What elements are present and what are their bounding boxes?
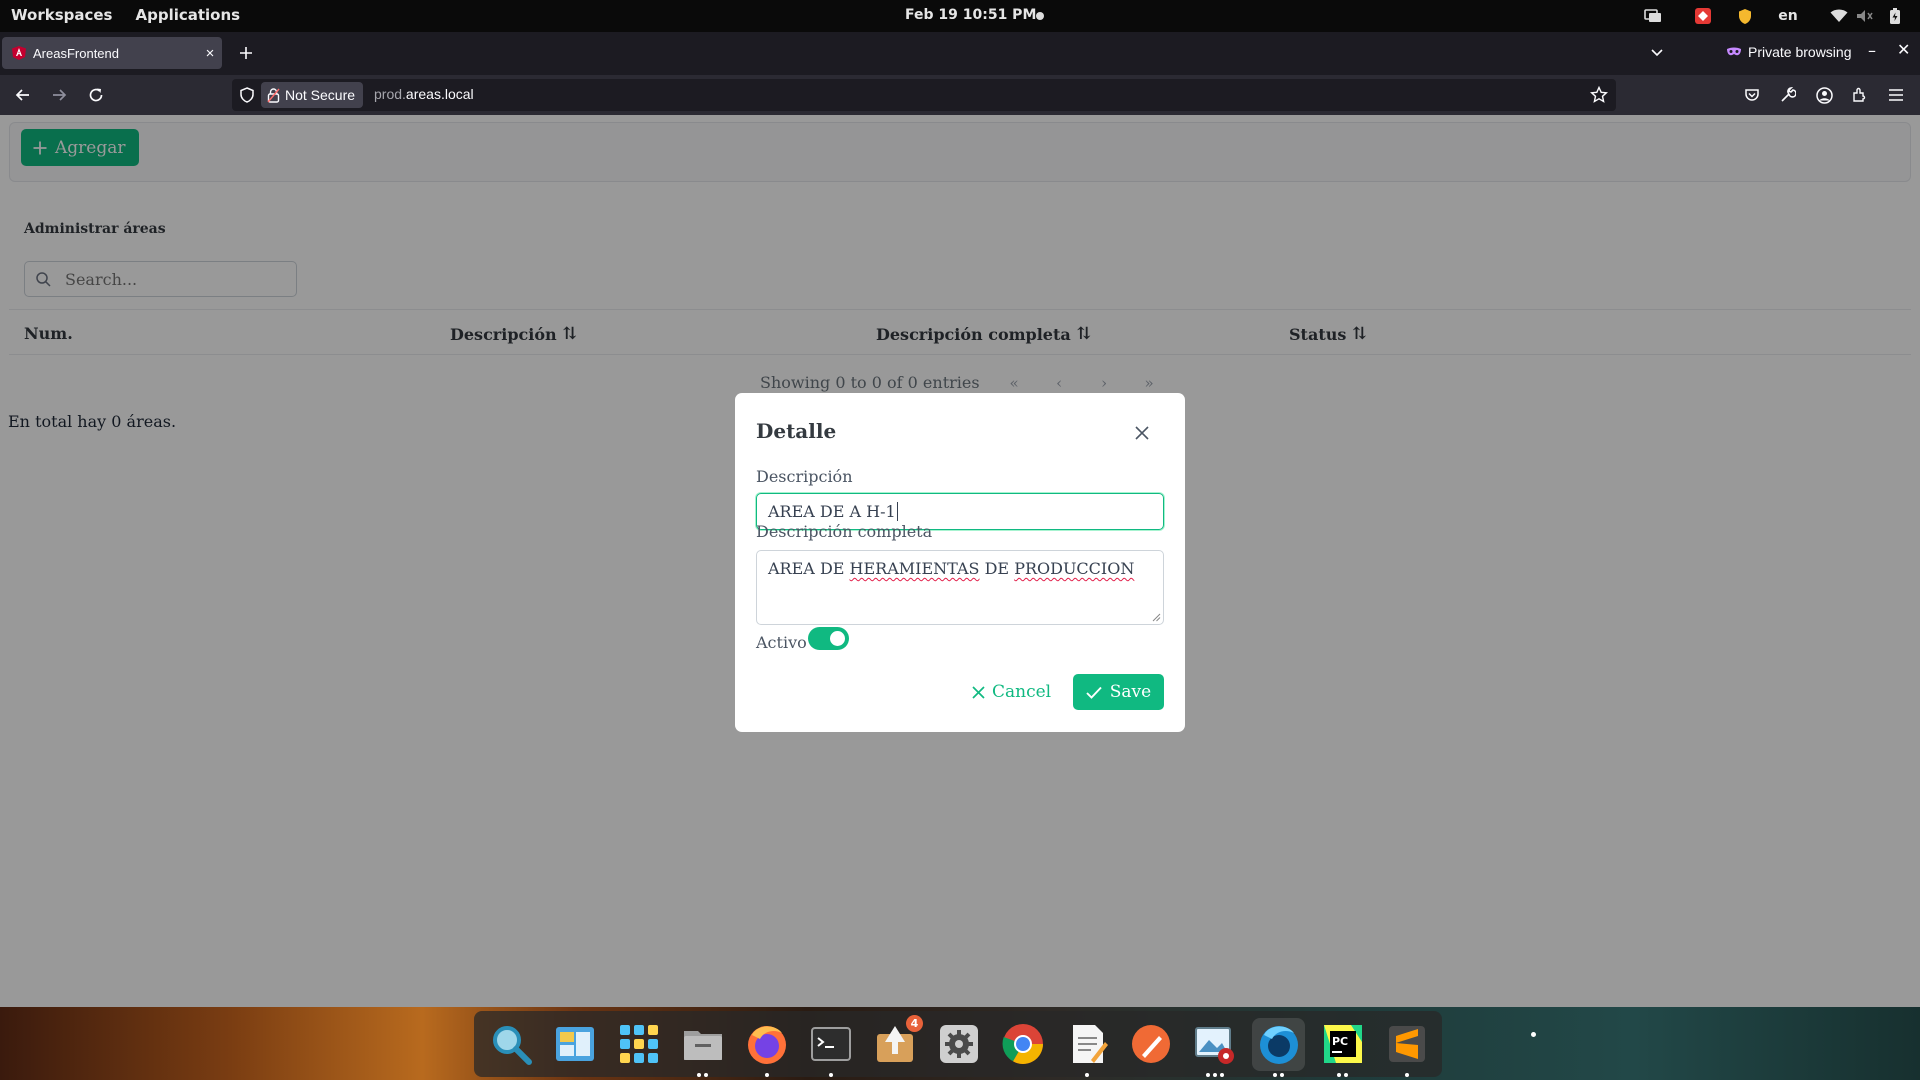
system-top-bar: Workspaces Applications Feb 19 10:51 PM … (0, 0, 1920, 32)
dock-app-settings[interactable] (932, 1018, 985, 1071)
descripcion-value: AREA DE A H-1 (768, 502, 896, 521)
wifi-icon[interactable] (1828, 7, 1850, 25)
descripcion-completa-label: Descripción completa (756, 522, 933, 541)
dock-app-archive-manager[interactable] (548, 1018, 601, 1071)
firefox-dev-app-icon (1259, 1026, 1298, 1064)
notification-dot (1036, 12, 1044, 20)
image-viewer-app-icon (1194, 1027, 1234, 1064)
descripcion-completa-textarea[interactable]: AREA DE HERAMIENTAS DE PRODUCCION (756, 550, 1164, 625)
dock-app-terminal[interactable] (804, 1018, 857, 1077)
dock-app-text-editor[interactable] (1060, 1018, 1113, 1077)
text-editor-app-icon (1072, 1025, 1108, 1063)
clock[interactable]: Feb 19 10:51 PM (905, 7, 1036, 23)
dock-app-files[interactable] (676, 1018, 729, 1077)
archive-app-icon (555, 1027, 594, 1061)
back-icon[interactable] (11, 83, 35, 107)
tab-title: AreasFrontend (33, 45, 119, 61)
wallpaper-star (1531, 1032, 1536, 1037)
dock-app-grid[interactable] (612, 1018, 665, 1071)
activo-label: Activo (756, 633, 807, 652)
check-icon (1086, 686, 1102, 699)
bookmark-star-icon[interactable] (1590, 86, 1608, 104)
detail-dialog: Detalle Descripción AREA DE A H-1 Descri… (735, 393, 1185, 732)
insecure-lock-icon (267, 87, 280, 103)
dock-app-pycharm[interactable]: PC (1316, 1018, 1369, 1077)
angular-favicon-icon (12, 46, 26, 60)
dock-app-search[interactable] (484, 1018, 537, 1071)
cancel-label: Cancel (992, 682, 1052, 702)
tracking-protection-icon[interactable] (240, 87, 254, 103)
sublime-app-icon (1388, 1026, 1425, 1062)
save-button[interactable]: Save (1073, 674, 1164, 710)
private-browsing-indicator: Private browsing (1726, 44, 1852, 60)
window-close-icon[interactable]: ✕ (1897, 40, 1910, 59)
cancel-button[interactable]: Cancel (972, 674, 1051, 710)
update-count-badge: 4 (906, 1014, 923, 1032)
shield-tray-icon[interactable] (1734, 7, 1756, 25)
battery-icon[interactable] (1884, 7, 1906, 25)
private-browsing-label: Private browsing (1748, 44, 1852, 60)
pycharm-app-icon: PC (1323, 1025, 1362, 1063)
folder-app-icon (683, 1031, 722, 1060)
workspaces-button[interactable]: Workspaces (11, 6, 112, 24)
close-icon (972, 685, 985, 699)
textarea-word: DE (984, 559, 1010, 578)
descripcion-label: Descripción (756, 467, 853, 486)
extensions-icon[interactable] (1849, 84, 1871, 106)
terminal-app-icon (810, 1027, 851, 1061)
private-mask-icon (1727, 47, 1741, 56)
not-secure-label: Not Secure (285, 87, 356, 103)
textarea-word-misspelled: PRODUCCION (1014, 559, 1135, 578)
list-all-tabs-icon[interactable] (1649, 44, 1665, 60)
toggle-knob (830, 631, 845, 646)
dock-app-chrome[interactable] (996, 1018, 1049, 1071)
textarea-word-misspelled: HERAMIENTAS (849, 559, 980, 578)
gear-app-icon (939, 1025, 978, 1063)
tab-strip: AreasFrontend × Private browsing – ✕ (0, 32, 1920, 75)
url-text[interactable]: prod.areas.local (374, 86, 474, 102)
textarea-word: AREA (768, 559, 815, 578)
wrench-icon[interactable] (1777, 84, 1799, 106)
display-icon[interactable] (1642, 7, 1664, 25)
dock-app-firefox-developer[interactable] (1252, 1017, 1305, 1077)
save-label: Save (1109, 682, 1152, 702)
new-tab-icon[interactable] (235, 42, 257, 64)
dock: 4 PC (474, 1011, 1442, 1077)
app-grid-icon (619, 1025, 658, 1063)
address-bar[interactable]: Not Secure prod.areas.local (232, 79, 1616, 111)
dock-app-sublime-text[interactable] (1380, 1018, 1433, 1077)
text-caret (896, 502, 898, 521)
activo-toggle[interactable] (808, 627, 849, 650)
resize-grip-icon[interactable] (1152, 613, 1161, 622)
minimize-icon[interactable]: – (1868, 41, 1876, 60)
applications-menu[interactable]: Applications (135, 6, 240, 24)
navigation-toolbar: Not Secure prod.areas.local (0, 75, 1920, 115)
dock-app-firefox[interactable] (740, 1018, 793, 1077)
anydesk-icon[interactable] (1692, 7, 1714, 25)
tab-close-icon[interactable]: × (198, 45, 222, 62)
svg-text:PC: PC (1332, 1035, 1348, 1048)
url-domain: areas.local (405, 86, 474, 102)
chrome-app-icon (1002, 1024, 1043, 1064)
language-indicator[interactable]: en (1776, 7, 1800, 25)
textarea-word: DE (819, 559, 845, 578)
account-icon[interactable] (1813, 84, 1835, 106)
firefox-app-icon (747, 1026, 786, 1064)
reload-icon[interactable] (84, 83, 108, 107)
dock-app-inkscape[interactable] (1124, 1018, 1177, 1071)
magnifier-app-icon (492, 1026, 532, 1065)
dialog-close-icon[interactable] (1127, 418, 1157, 448)
pocket-icon[interactable] (1741, 84, 1763, 106)
url-subdomain: prod. (374, 86, 406, 102)
volume-muted-icon[interactable] (1854, 7, 1876, 25)
pen-app-icon (1131, 1025, 1170, 1063)
hamburger-menu-icon[interactable] (1885, 84, 1907, 106)
forward-icon[interactable] (47, 83, 71, 107)
dock-app-image-viewer[interactable] (1188, 1018, 1241, 1077)
dock-app-software-updater[interactable]: 4 (868, 1014, 923, 1071)
tab-areasfrontend[interactable]: AreasFrontend × (2, 37, 222, 69)
not-secure-badge[interactable]: Not Secure (261, 82, 364, 108)
dialog-title: Detalle (756, 419, 837, 443)
